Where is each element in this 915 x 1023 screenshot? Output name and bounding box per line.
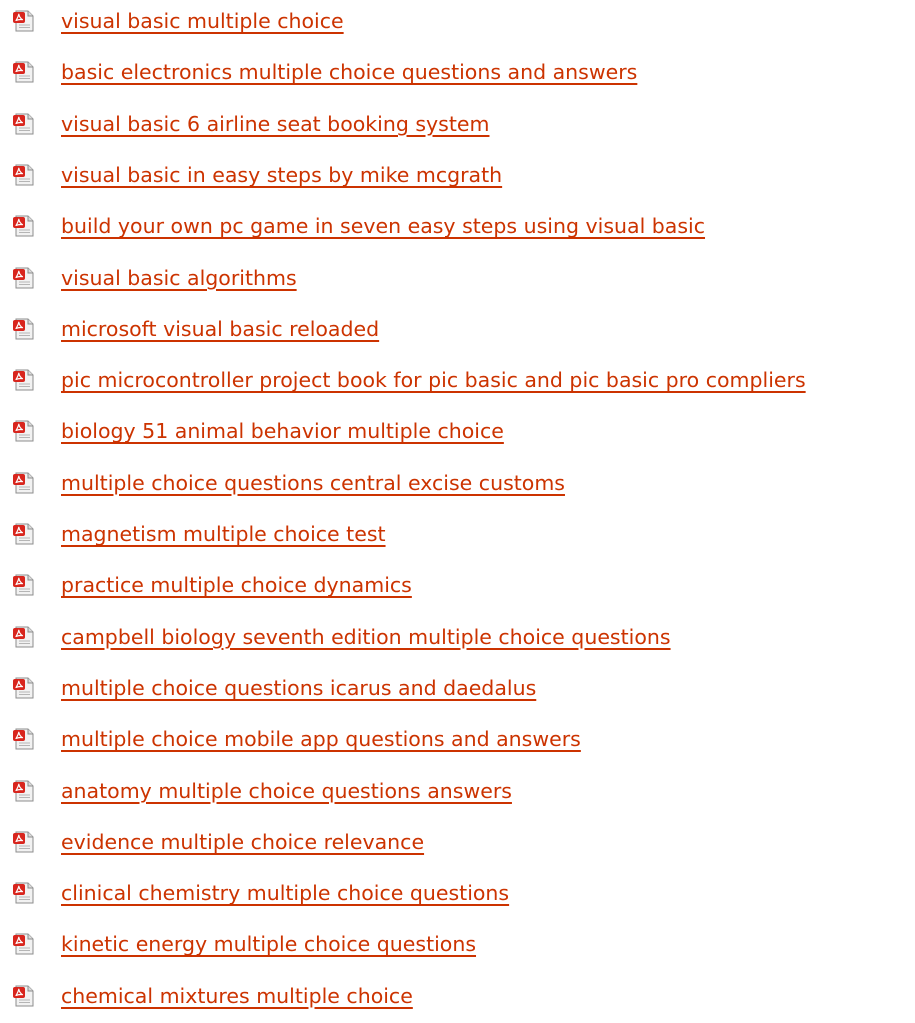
list-item: kinetic energy multiple choice questions: [0, 928, 915, 964]
document-link[interactable]: magnetism multiple choice test: [61, 519, 386, 549]
pdf-file-icon: [13, 780, 34, 801]
list-item: anatomy multiple choice questions answer…: [0, 775, 915, 811]
pdf-file-icon: [13, 318, 34, 340]
list-item: visual basic multiple choice: [0, 5, 915, 41]
pdf-file-icon: [13, 574, 34, 596]
pdf-file-icon: [13, 933, 34, 955]
document-link[interactable]: multiple choice mobile app questions and…: [61, 724, 581, 754]
document-link[interactable]: visual basic in easy steps by mike mcgra…: [61, 160, 502, 190]
document-link[interactable]: multiple choice questions central excise…: [61, 468, 565, 498]
pdf-file-icon: [13, 420, 34, 442]
pdf-file-icon: [13, 61, 34, 83]
document-link[interactable]: visual basic algorithms: [61, 263, 297, 293]
list-item: biology 51 animal behavior multiple choi…: [0, 415, 915, 451]
list-item: evidence multiple choice relevance: [0, 826, 915, 862]
document-link[interactable]: kinetic energy multiple choice questions: [61, 929, 476, 959]
list-item: microsoft visual basic reloaded: [0, 313, 915, 349]
pdf-file-icon: [13, 267, 34, 288]
document-link[interactable]: practice multiple choice dynamics: [61, 570, 412, 600]
list-item: visual basic in easy steps by mike mcgra…: [0, 159, 915, 195]
document-link[interactable]: build your own pc game in seven easy ste…: [61, 211, 705, 241]
pdf-file-icon: [13, 472, 34, 494]
document-link[interactable]: biology 51 animal behavior multiple choi…: [61, 416, 504, 446]
pdf-file-icon: [13, 10, 34, 32]
document-link[interactable]: pic microcontroller project book for pic…: [61, 365, 806, 395]
list-item: visual basic algorithms: [0, 262, 915, 298]
list-item: build your own pc game in seven easy ste…: [0, 210, 915, 246]
pdf-file-icon: [13, 215, 34, 237]
list-item: visual basic 6 airline seat booking syst…: [0, 108, 915, 144]
document-link[interactable]: visual basic multiple choice: [61, 6, 344, 36]
pdf-file-icon: [13, 882, 34, 904]
document-link[interactable]: clinical chemistry multiple choice quest…: [61, 878, 509, 908]
document-link[interactable]: anatomy multiple choice questions answer…: [61, 776, 512, 806]
document-link[interactable]: multiple choice questions icarus and dae…: [61, 673, 536, 703]
document-link[interactable]: microsoft visual basic reloaded: [61, 314, 379, 344]
document-link[interactable]: visual basic 6 airline seat booking syst…: [61, 109, 489, 139]
list-item: magnetism multiple choice test: [0, 518, 915, 554]
document-link[interactable]: chemical mixtures multiple choice: [61, 981, 413, 1011]
document-link[interactable]: basic electronics multiple choice questi…: [61, 57, 637, 87]
pdf-file-icon: [13, 369, 34, 391]
pdf-file-icon: [13, 626, 34, 648]
pdf-file-icon: [13, 728, 34, 750]
pdf-file-icon: [13, 677, 34, 699]
list-item: multiple choice questions icarus and dae…: [0, 672, 915, 708]
pdf-file-icon: [13, 831, 34, 853]
list-item: multiple choice questions central excise…: [0, 467, 915, 503]
list-item: pic microcontroller project book for pic…: [0, 364, 915, 400]
document-link[interactable]: evidence multiple choice relevance: [61, 827, 424, 857]
list-item: chemical mixtures multiple choice: [0, 980, 915, 1016]
list-item: practice multiple choice dynamics: [0, 569, 915, 605]
list-item: multiple choice mobile app questions and…: [0, 723, 915, 759]
list-item: campbell biology seventh edition multipl…: [0, 621, 915, 657]
list-item: basic electronics multiple choice questi…: [0, 56, 915, 92]
pdf-file-icon: [13, 985, 34, 1007]
pdf-file-icon: [13, 113, 34, 135]
pdf-file-icon: [13, 164, 34, 186]
document-link[interactable]: campbell biology seventh edition multipl…: [61, 622, 671, 652]
list-item: clinical chemistry multiple choice quest…: [0, 877, 915, 913]
pdf-file-icon: [13, 523, 34, 545]
